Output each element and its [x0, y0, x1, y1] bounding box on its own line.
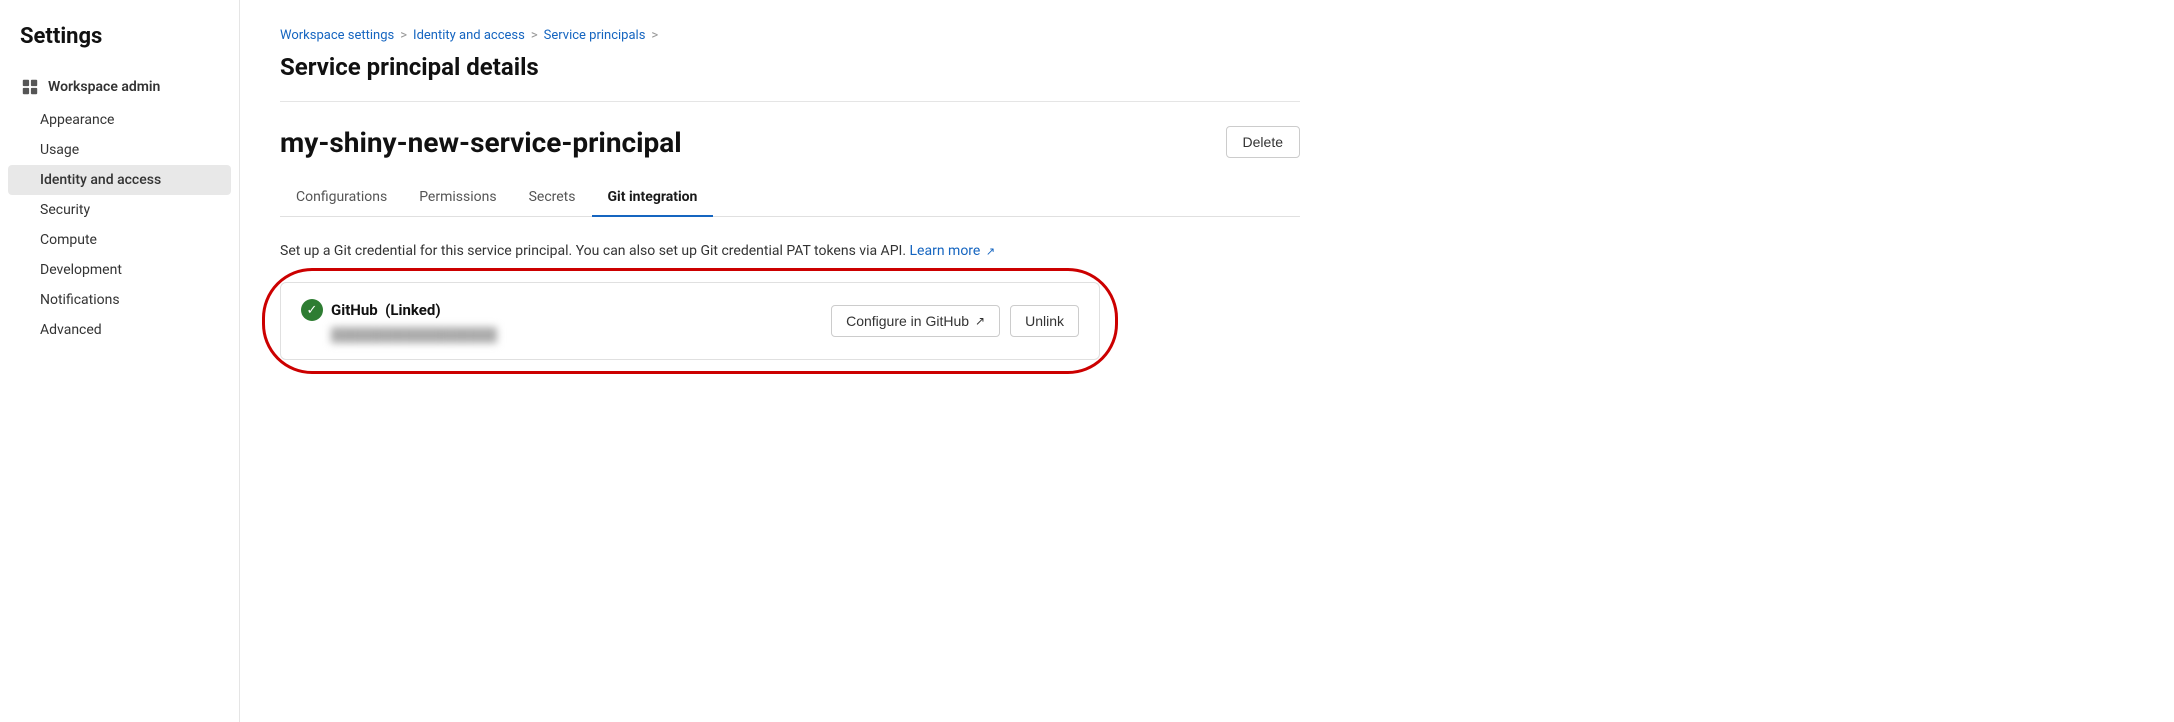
- git-integration-description: Set up a Git credential for this service…: [280, 241, 1300, 262]
- sidebar-item-usage[interactable]: Usage: [8, 135, 231, 165]
- main-content: Workspace settings > Identity and access…: [240, 0, 2174, 722]
- tab-git-integration[interactable]: Git integration: [592, 179, 714, 217]
- github-label: GitHub (Linked): [331, 301, 441, 319]
- sidebar-item-development[interactable]: Development: [8, 255, 231, 285]
- entity-name: my-shiny-new-service-principal: [280, 126, 682, 159]
- linked-check-icon: ✓: [301, 299, 323, 321]
- breadcrumb: Workspace settings > Identity and access…: [280, 28, 1300, 43]
- breadcrumb-sep-3: >: [651, 28, 658, 43]
- github-card-left: ✓ GitHub (Linked) ██████████████████: [301, 299, 497, 343]
- github-card-actions: Configure in GitHub ↗ Unlink: [831, 305, 1079, 337]
- unlink-button[interactable]: Unlink: [1010, 305, 1079, 337]
- github-card: ✓ GitHub (Linked) ██████████████████ Con…: [280, 282, 1100, 360]
- configure-external-icon: ↗: [975, 314, 985, 328]
- github-card-wrapper: ✓ GitHub (Linked) ██████████████████ Con…: [280, 282, 1100, 360]
- sidebar-title: Settings: [0, 24, 239, 69]
- tab-secrets[interactable]: Secrets: [513, 179, 592, 217]
- workspace-admin-label: Workspace admin: [48, 79, 160, 95]
- delete-button[interactable]: Delete: [1226, 126, 1300, 158]
- tab-configurations[interactable]: Configurations: [280, 179, 403, 217]
- github-title-row: ✓ GitHub (Linked): [301, 299, 497, 321]
- entity-row: my-shiny-new-service-principal Delete: [280, 126, 1300, 159]
- breadcrumb-sep-2: >: [531, 28, 538, 43]
- configure-in-github-button[interactable]: Configure in GitHub ↗: [831, 305, 1000, 337]
- sidebar-item-security[interactable]: Security: [8, 195, 231, 225]
- sidebar-item-advanced[interactable]: Advanced: [8, 315, 231, 345]
- sidebar-item-compute[interactable]: Compute: [8, 225, 231, 255]
- learn-more-link[interactable]: Learn more ↗: [910, 243, 996, 259]
- page-title: Service principal details: [280, 53, 1300, 102]
- breadcrumb-workspace-settings[interactable]: Workspace settings: [280, 28, 394, 43]
- external-link-icon: ↗: [986, 244, 995, 261]
- breadcrumb-service-principals[interactable]: Service principals: [544, 28, 646, 43]
- breadcrumb-sep-1: >: [400, 28, 407, 43]
- sidebar-item-appearance[interactable]: Appearance: [8, 105, 231, 135]
- sidebar-item-identity-and-access[interactable]: Identity and access: [8, 165, 231, 195]
- tab-permissions[interactable]: Permissions: [403, 179, 512, 217]
- workspace-admin-icon: [20, 77, 40, 97]
- sidebar-workspace-admin[interactable]: Workspace admin: [0, 69, 239, 105]
- tabs-container: Configurations Permissions Secrets Git i…: [280, 179, 1300, 217]
- github-linked-account: ██████████████████: [301, 327, 497, 343]
- breadcrumb-identity-and-access[interactable]: Identity and access: [413, 28, 525, 43]
- sidebar: Settings Workspace admin Appearance Usag…: [0, 0, 240, 722]
- sidebar-item-notifications[interactable]: Notifications: [8, 285, 231, 315]
